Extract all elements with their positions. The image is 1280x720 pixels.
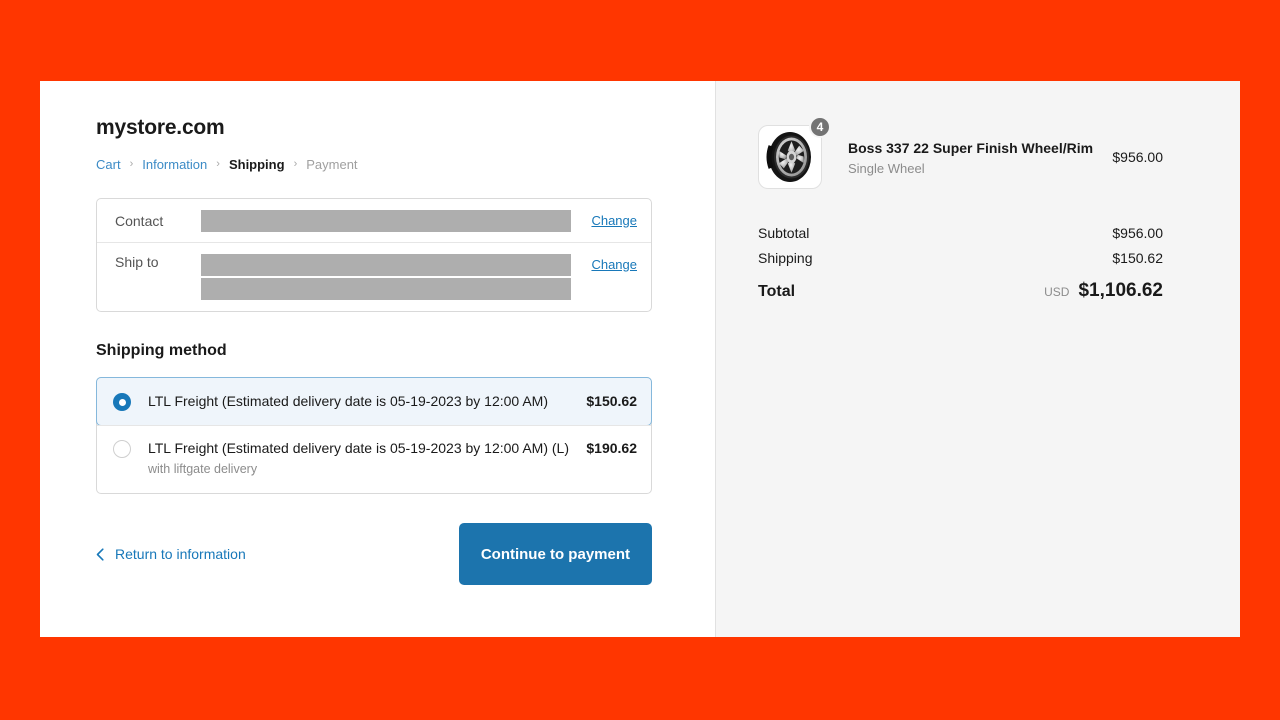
shipping-method-heading: Shipping method	[96, 342, 715, 360]
redaction-bar	[201, 210, 571, 232]
radio-unselected-icon[interactable]	[113, 440, 131, 458]
shipping-total-row: Shipping $150.62	[758, 250, 1163, 266]
breadcrumb-item-cart[interactable]: Cart	[96, 157, 121, 172]
currency-code: USD	[1044, 285, 1069, 299]
radio-selected-icon[interactable]	[113, 393, 131, 411]
product-variant: Single Wheel	[848, 161, 1102, 176]
continue-to-payment-button[interactable]: Continue to payment	[459, 523, 652, 585]
breadcrumb-item-information[interactable]: Information	[142, 157, 207, 172]
chevron-left-icon	[96, 548, 104, 561]
shipping-option-body: LTL Freight (Estimated delivery date is …	[148, 439, 574, 476]
order-line-item: 4 Boss 337 22 Super Finish Wheel/Rim Sin…	[758, 125, 1163, 189]
checkout-main-column: mystore.com Cart › Information › Shippin…	[40, 81, 715, 637]
order-totals: Subtotal $956.00 Shipping $150.62 Total …	[758, 225, 1163, 302]
change-contact-link[interactable]: Change	[591, 213, 637, 228]
breadcrumb: Cart › Information › Shipping › Payment	[96, 156, 715, 172]
chevron-right-icon: ›	[216, 159, 220, 170]
shipping-option-label: LTL Freight (Estimated delivery date is …	[148, 439, 574, 457]
contact-label: Contact	[115, 213, 201, 229]
shipping-option-label: LTL Freight (Estimated delivery date is …	[148, 392, 574, 410]
grand-total-label: Total	[758, 283, 795, 301]
order-summary-column: 4 Boss 337 22 Super Finish Wheel/Rim Sin…	[715, 81, 1240, 637]
chevron-right-icon: ›	[130, 159, 134, 170]
order-review-block: Contact Change Ship to Change	[96, 198, 652, 312]
ship-to-row: Ship to Change	[97, 243, 651, 311]
breadcrumb-item-shipping: Shipping	[229, 157, 285, 172]
shipping-option-ltl-freight-liftgate[interactable]: LTL Freight (Estimated delivery date is …	[97, 425, 651, 493]
breadcrumb-item-payment: Payment	[306, 157, 357, 172]
chevron-right-icon: ›	[294, 159, 298, 170]
grand-total-row: Total USD $1,106.62	[758, 280, 1163, 302]
return-to-information-link[interactable]: Return to information	[96, 546, 246, 562]
redaction-bar	[201, 254, 571, 276]
return-to-information-label: Return to information	[115, 546, 246, 562]
product-thumbnail-wrap: 4	[758, 125, 822, 189]
product-title: Boss 337 22 Super Finish Wheel/Rim	[848, 139, 1102, 157]
product-price: $956.00	[1112, 149, 1163, 165]
shipping-option-ltl-freight[interactable]: LTL Freight (Estimated delivery date is …	[96, 377, 652, 426]
ship-to-label: Ship to	[115, 254, 201, 270]
shipping-option-body: LTL Freight (Estimated delivery date is …	[148, 392, 574, 410]
redaction-bar	[201, 278, 571, 300]
shipping-option-price: $190.62	[586, 439, 637, 457]
wheel-image	[761, 128, 819, 186]
subtotal-row: Subtotal $956.00	[758, 225, 1163, 241]
checkout-card: mystore.com Cart › Information › Shippin…	[40, 81, 1240, 637]
contact-row: Contact Change	[97, 199, 651, 243]
shipping-total-label: Shipping	[758, 250, 813, 266]
product-info: Boss 337 22 Super Finish Wheel/Rim Singl…	[822, 139, 1102, 176]
shipping-method-options: LTL Freight (Estimated delivery date is …	[96, 377, 652, 494]
subtotal-value: $956.00	[1112, 225, 1163, 241]
shipping-option-sublabel: with liftgate delivery	[148, 462, 574, 476]
checkout-actions: Return to information Continue to paymen…	[96, 523, 652, 585]
contact-value-redacted	[201, 210, 577, 232]
store-name: mystore.com	[96, 116, 715, 140]
subtotal-label: Subtotal	[758, 225, 809, 241]
ship-to-value-redacted	[201, 254, 577, 300]
change-ship-to-link[interactable]: Change	[591, 254, 637, 272]
quantity-badge: 4	[809, 116, 831, 138]
shipping-option-price: $150.62	[586, 392, 637, 410]
grand-total-amount: USD $1,106.62	[1044, 280, 1163, 302]
grand-total-value: $1,106.62	[1078, 280, 1163, 302]
shipping-total-value: $150.62	[1112, 250, 1163, 266]
